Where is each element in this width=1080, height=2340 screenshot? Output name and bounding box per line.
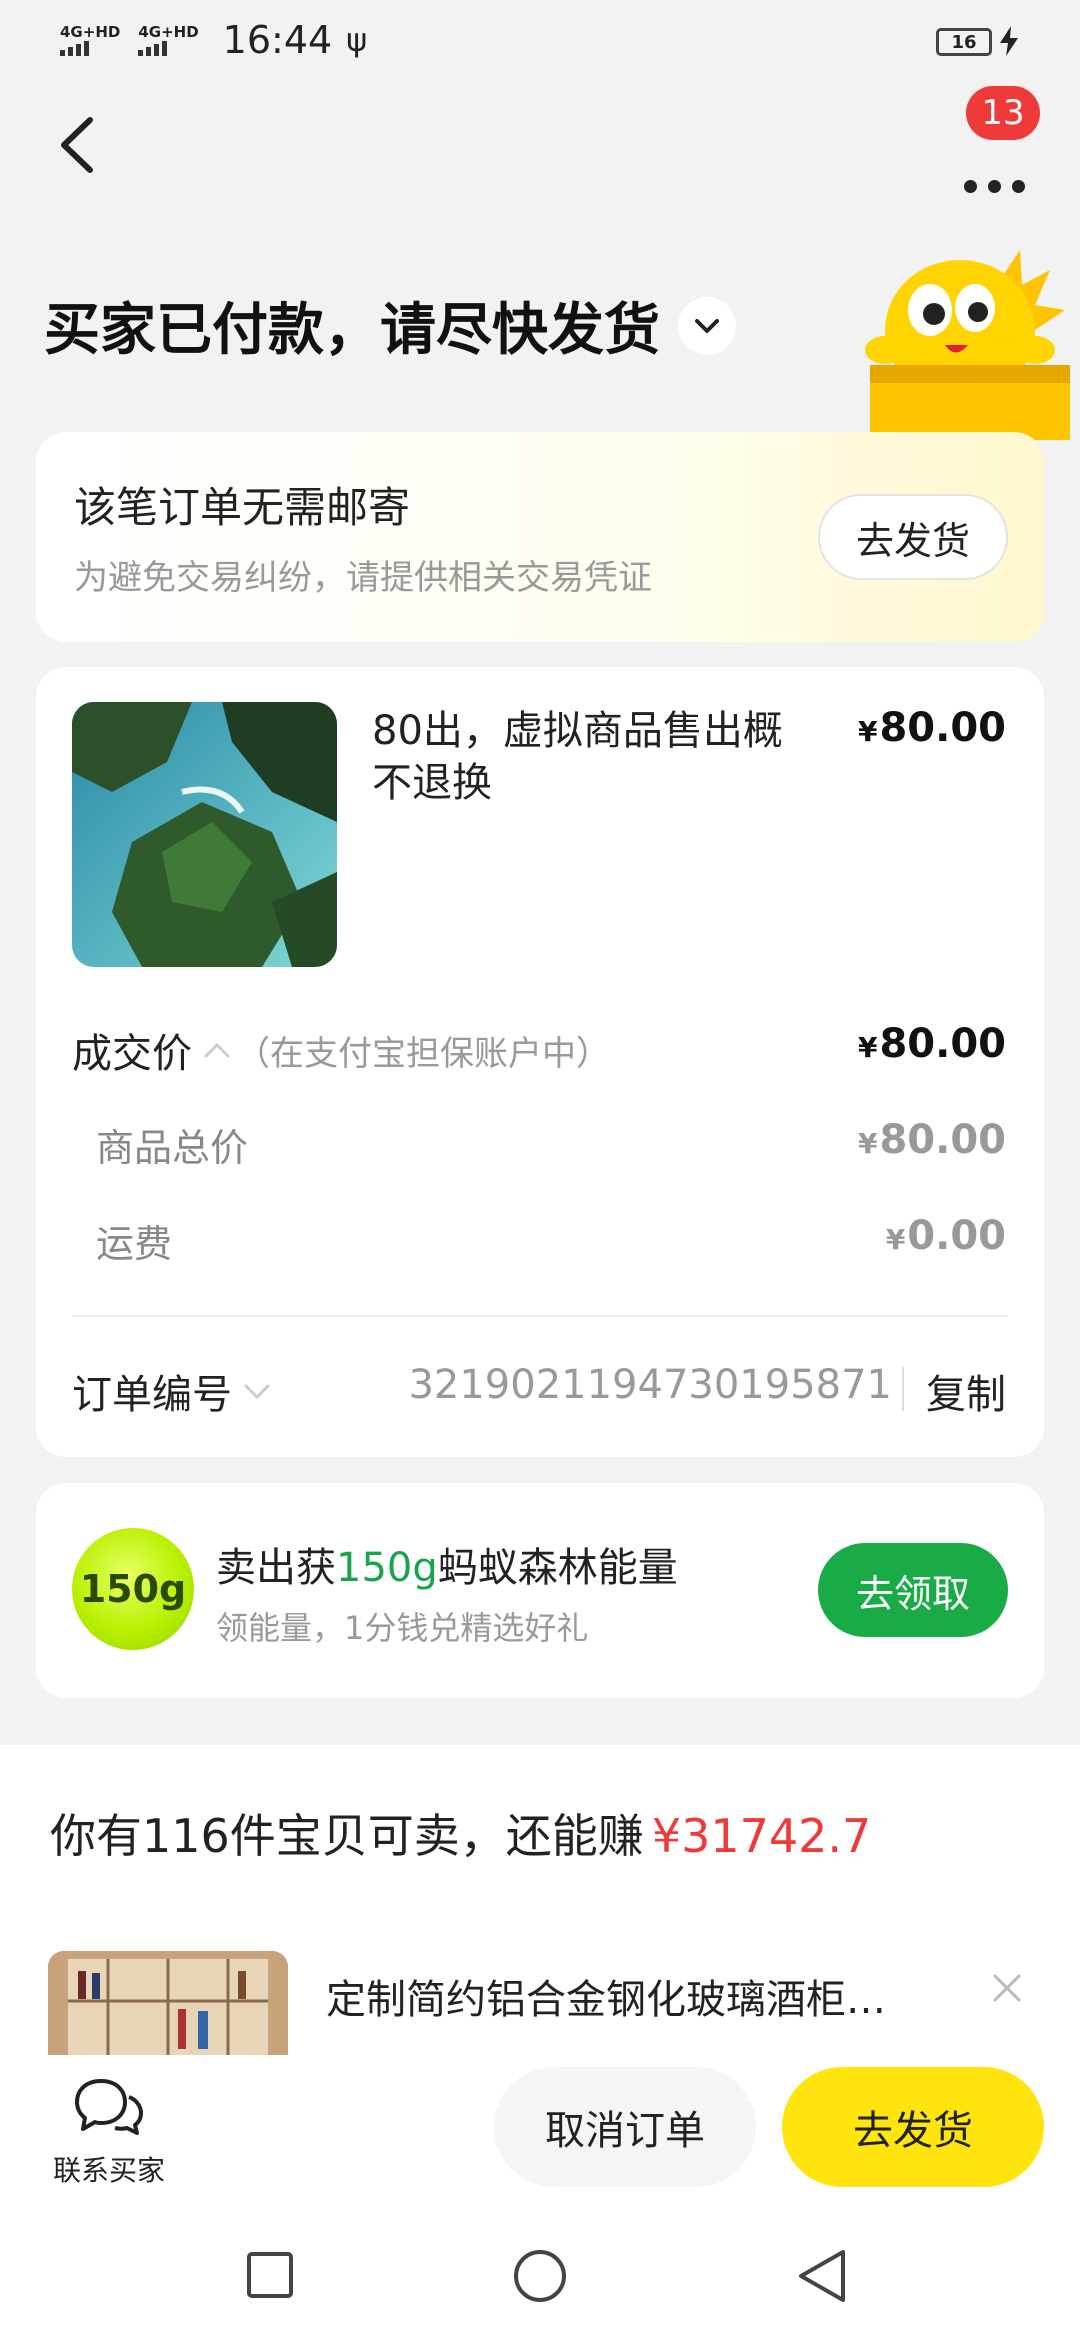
forest-energy-card: 150g 卖出获150g蚂蚁森林能量 领能量，1分钱兑精选好礼 去领取: [36, 1483, 1044, 1698]
goods-total: ¥80.00: [857, 1117, 1006, 1163]
mascot-illustration: [850, 240, 1070, 445]
goods-total-label: 商品总价: [96, 1126, 249, 1170]
status-bar: 4G+HD 4G+HD 16:44 ψ 16: [0, 0, 1080, 80]
order-number-row[interactable]: 订单编号: [72, 1362, 272, 1420]
deal-price-note: （在支付宝担保账户中）: [236, 1033, 610, 1074]
signal-indicator-1: 4G+HD: [60, 24, 120, 56]
deal-price: ¥80.00: [857, 1021, 1006, 1067]
recommendation-title[interactable]: 定制简约铝合金钢化玻璃酒柜…: [326, 1967, 886, 2025]
circle-nav-icon[interactable]: [512, 2248, 568, 2304]
energy-badge: 150g: [72, 1528, 194, 1650]
chevron-up-icon: [204, 1042, 230, 1058]
nav-bar: [0, 90, 1080, 200]
product-thumbnail[interactable]: [72, 702, 337, 967]
separator: [902, 1367, 904, 1411]
product-title[interactable]: 80出，虚拟商品售出概不退换: [372, 705, 812, 809]
notice-title: 该笔订单无需邮寄: [74, 483, 411, 532]
product-price: ¥80.00: [857, 705, 1006, 751]
close-icon[interactable]: [990, 1965, 1024, 2016]
sell-more-section: 你有116件宝贝可卖，还能赚 ¥31742.7 定制简约铝合金钢化玻璃酒柜…: [0, 1745, 1080, 2055]
energy-subtitle: 领能量，1分钱兑精选好礼: [216, 1609, 589, 1647]
back-arrow-icon[interactable]: [50, 110, 110, 180]
deal-price-row[interactable]: 成交价 （在支付宝担保账户中）: [72, 1021, 610, 1079]
notification-badge: 13: [966, 86, 1040, 140]
chevron-down-icon: [695, 318, 719, 333]
divider: [72, 1315, 1008, 1317]
shipping-notice-card: 该笔订单无需邮寄 为避免交易纠纷，请提供相关交易凭证 去发货: [36, 432, 1044, 642]
square-nav-icon[interactable]: [245, 2250, 295, 2300]
shipping-fee-label: 运费: [96, 1222, 173, 1266]
page-title: 买家已付款，请尽快发货: [44, 285, 736, 366]
chat-icon: [75, 2079, 143, 2135]
earn-promo: 你有116件宝贝可卖，还能赚 ¥31742.7: [50, 1809, 872, 1863]
usb-icon: ψ: [346, 21, 368, 59]
recommendation-thumbnail[interactable]: [48, 1951, 288, 2055]
triangle-back-icon[interactable]: [795, 2248, 851, 2304]
cancel-order-button[interactable]: 取消订单: [494, 2067, 756, 2187]
order-number: 3219021194730195871: [408, 1362, 892, 1408]
system-nav-bar: [0, 2215, 1080, 2340]
energy-title: 卖出获150g蚂蚁森林能量: [216, 1545, 678, 1591]
clock: 16:44: [222, 18, 333, 62]
bolt-icon: [1000, 26, 1018, 64]
battery-indicator: 16: [936, 28, 992, 56]
signal-indicator-2: 4G+HD: [138, 24, 199, 56]
contact-buyer-button[interactable]: 联系买家: [44, 2075, 174, 2189]
copy-button[interactable]: 复制: [926, 1362, 1006, 1420]
ship-button[interactable]: 去发货: [782, 2067, 1044, 2187]
notice-subtitle: 为避免交易纠纷，请提供相关交易凭证: [74, 558, 652, 598]
contact-buyer-label: 联系买家: [52, 2154, 165, 2187]
claim-energy-button[interactable]: 去领取: [818, 1543, 1008, 1637]
order-details-card: 80出，虚拟商品售出概不退换 ¥80.00 成交价 （在支付宝担保账户中） ¥8…: [36, 667, 1044, 1457]
chevron-down-icon: [244, 1384, 270, 1400]
shipping-fee: ¥0.00: [885, 1213, 1006, 1259]
ship-now-button[interactable]: 去发货: [818, 494, 1008, 580]
title-expand-button[interactable]: [678, 296, 736, 355]
bottom-action-bar: 联系买家 取消订单 去发货: [0, 2055, 1080, 2215]
